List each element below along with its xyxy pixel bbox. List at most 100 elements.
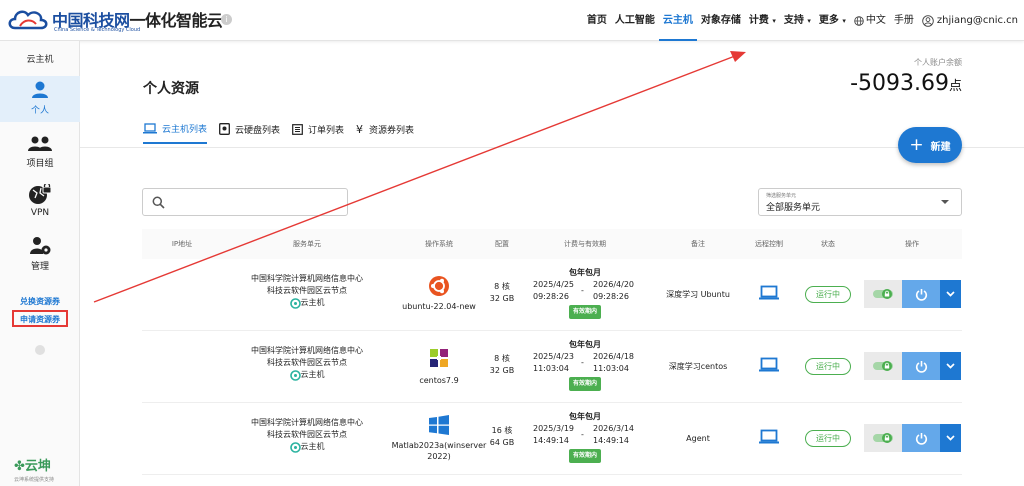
row-actions: [864, 280, 961, 308]
yen-icon: ¥: [356, 122, 364, 136]
col-os: 操作系统: [425, 240, 453, 248]
brand-rest: 一体化智能云: [129, 11, 224, 30]
nav-support[interactable]: 支持 ▾: [780, 0, 815, 41]
info-icon[interactable]: i: [221, 14, 232, 25]
cloud-host-tag: 云主机: [289, 369, 325, 381]
search-icon: [152, 196, 165, 209]
chevron-down-icon: [946, 363, 955, 369]
top-bar: 中国科技网一体化智能云 China Science & Technology C…: [0, 0, 1024, 41]
tab-voucher-list[interactable]: ¥ 资源券列表: [356, 114, 414, 144]
nav-cloud-host[interactable]: 云主机: [658, 0, 697, 41]
col-remote: 远程控制: [755, 240, 783, 248]
nav-manual[interactable]: 手册: [890, 0, 918, 41]
disk-icon: [219, 123, 230, 135]
service-unit-cell: 中国科学院计算机网络信息中心 科技云软件园区云节点 云主机: [251, 345, 363, 385]
os-line1: Matlab2023a(winserver: [391, 441, 487, 450]
tab-label: 云硬盘列表: [235, 125, 281, 136]
cloud-host-icon: [289, 369, 301, 381]
lock-toggle[interactable]: [864, 280, 902, 308]
sidebar-collapse-dot[interactable]: [35, 345, 45, 355]
remote-desktop-icon[interactable]: [759, 357, 779, 373]
cloud-host-label: 云主机: [300, 442, 325, 451]
lock-toggle[interactable]: [864, 352, 902, 380]
chevron-down-icon: [946, 435, 955, 441]
tab-label: 云主机列表: [162, 124, 208, 135]
status-badge: 运行中: [805, 430, 851, 447]
power-icon: [915, 288, 927, 301]
group-icon: [28, 136, 52, 151]
user-menu[interactable]: zhjiang@cnic.cn: [918, 0, 1024, 41]
more-actions-button[interactable]: [940, 424, 961, 452]
billing-type: 包年包月: [569, 268, 601, 277]
annotation-highlight-box: [12, 310, 68, 327]
sidebar-item-admin[interactable]: 管理: [0, 232, 80, 278]
nav-more[interactable]: 更多 ▾: [815, 0, 850, 41]
user-email: zhjiang@cnic.cn: [936, 15, 1018, 26]
config-cell: 16 核 64 GB: [490, 425, 514, 449]
billing-cell: 包年包月 2025/3/19 14:49:14 - 2026/3/14 14:49:…: [533, 411, 637, 463]
os-name: ubuntu-22.04-new: [402, 301, 476, 312]
os-line2: 2022): [427, 452, 451, 461]
remote-desktop-icon[interactable]: [759, 285, 779, 301]
balance-label: 个人账户余额: [914, 58, 962, 67]
tab-vm-list[interactable]: 云主机列表: [143, 114, 208, 144]
col-note: 备注: [691, 240, 705, 248]
col-actions: 操作: [905, 240, 919, 248]
service-node: 科技云软件园区云节点: [267, 286, 347, 295]
os-name: centos7.9: [419, 375, 458, 386]
sidebar-item-label: 项目组: [26, 159, 54, 169]
admin-gear-icon: [30, 237, 51, 255]
power-button[interactable]: [902, 352, 940, 380]
balance-amount: -5093.69: [850, 71, 949, 96]
select-label: 筛选服务单元: [766, 193, 797, 199]
power-button[interactable]: [902, 424, 940, 452]
sidebar-item-label: VPN: [30, 208, 50, 218]
date-separator: -: [581, 430, 584, 439]
nav-language[interactable]: 中文: [850, 0, 890, 41]
brand-subtitle: China Science & Technology Cloud: [54, 27, 141, 33]
table-row: 中国科学院计算机网络信息中心 科技云软件园区云节点 云主机 centos7.9 …: [142, 331, 962, 403]
nav-home[interactable]: 首页: [583, 0, 611, 41]
remote-desktop-icon[interactable]: [759, 429, 779, 445]
search-input[interactable]: [142, 188, 348, 216]
service-node: 科技云软件园区云节点: [267, 358, 347, 367]
nav-billing[interactable]: 计费 ▾: [745, 0, 780, 41]
note-cell: Agent: [686, 434, 710, 443]
yunkun-logo: ✤云坤: [14, 455, 51, 474]
nav-ai[interactable]: 人工智能: [611, 0, 659, 41]
redeem-voucher-link[interactable]: 兑换资源券: [0, 296, 80, 307]
tab-disk-list[interactable]: 云硬盘列表: [219, 114, 280, 144]
balance-value: -5093.69点: [850, 71, 962, 96]
billing-dates: 2025/4/25 09:28:26 - 2026/4/20 09:28:26: [533, 279, 637, 305]
note-cell: 深度学习 Ubuntu: [666, 290, 730, 299]
new-button-label: 新建: [930, 141, 951, 153]
tab-order-list[interactable]: 订单列表: [292, 114, 344, 144]
note-cell: 深度学习centos: [668, 362, 728, 371]
col-service-unit: 服务单元: [293, 240, 321, 248]
sidebar-item-project-group[interactable]: 项目组: [0, 131, 80, 177]
more-actions-button[interactable]: [940, 352, 961, 380]
power-icon: [915, 432, 927, 445]
start-time: 14:49:14: [533, 436, 569, 445]
memory: 64 GB: [489, 438, 515, 447]
col-config: 配置: [495, 240, 509, 248]
top-nav: 首页 人工智能 云主机 对象存储 计费 ▾ 支持 ▾ 更多 ▾ 中文 手册 zh…: [583, 0, 1024, 41]
sidebar-item-personal[interactable]: 个人: [0, 76, 80, 122]
end-time: 11:03:04: [593, 364, 629, 373]
page-title: 个人资源: [143, 81, 199, 97]
end-date: 2026/4/20: [593, 280, 635, 289]
cpu-cores: 8 核: [494, 282, 510, 291]
nav-object-storage[interactable]: 对象存储: [697, 0, 745, 41]
lock-toggle[interactable]: [864, 424, 902, 452]
new-button[interactable]: + 新建: [898, 127, 962, 163]
cloud-logo-icon[interactable]: [6, 6, 50, 34]
service-node: 科技云软件园区云节点: [267, 430, 347, 439]
more-actions-button[interactable]: [940, 280, 961, 308]
sidebar-item-label: 个人: [30, 106, 49, 116]
cloud-host-icon: [289, 441, 301, 453]
sidebar-item-vpn[interactable]: VPN: [0, 181, 80, 227]
service-unit-select[interactable]: 筛选服务单元 全部服务单元: [758, 188, 962, 216]
power-button[interactable]: [902, 280, 940, 308]
billing-dates: 2025/3/19 14:49:14 - 2026/3/14 14:49:14: [533, 423, 637, 449]
balance-unit: 点: [948, 79, 962, 94]
